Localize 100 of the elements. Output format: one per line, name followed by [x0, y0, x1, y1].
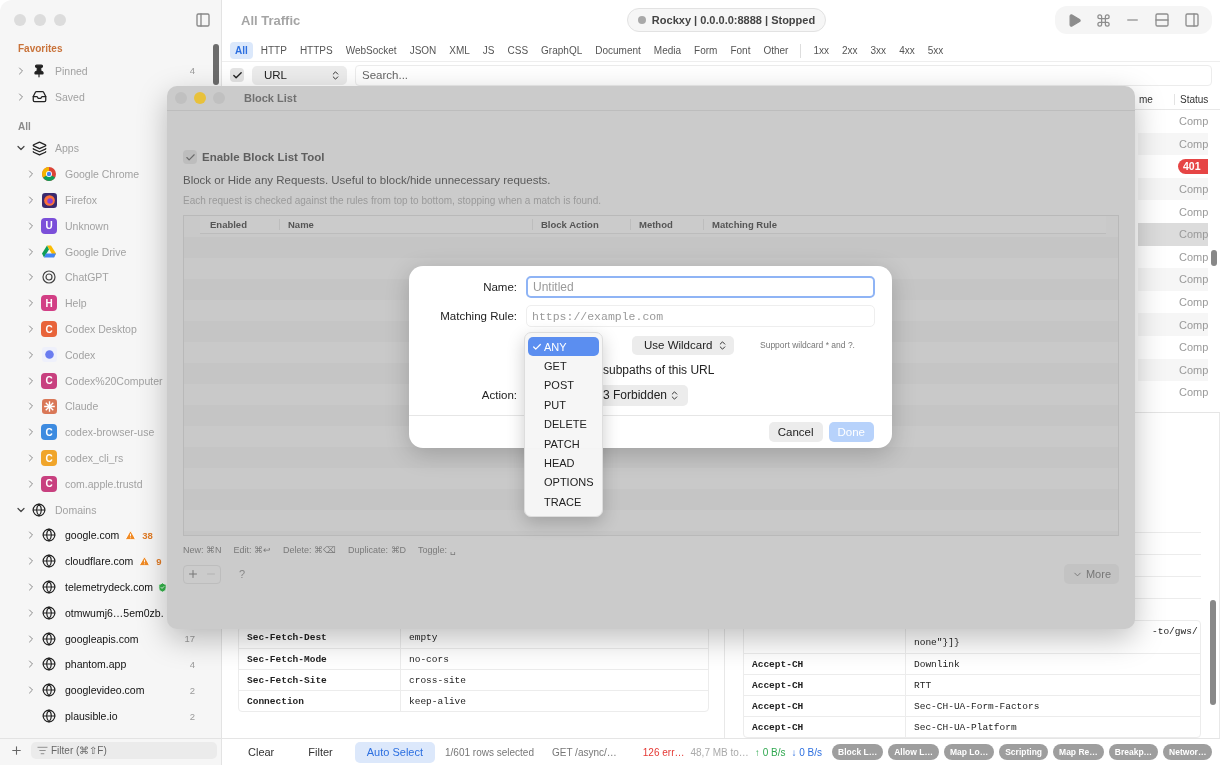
split-layout-button[interactable] [1152, 10, 1172, 30]
menu-item[interactable]: DELETE [528, 414, 599, 434]
sidebar-item[interactable]: google.com [65, 529, 120, 542]
sidebar-item[interactable]: plausible.io [65, 710, 118, 722]
sidebar-item[interactable]: Domains [55, 503, 97, 516]
item-count: 4 [189, 658, 195, 670]
sidebar-item[interactable]: otmwumj6…5em0zb. [65, 606, 164, 619]
checkbox[interactable] [230, 68, 244, 82]
request-row[interactable]: Comp [1138, 268, 1208, 291]
sidebar-item[interactable]: googlevideo.com [65, 684, 145, 697]
status-class-tab[interactable]: 4xx [894, 42, 920, 59]
menu-item[interactable]: GET [528, 356, 599, 376]
filter-tab[interactable]: CSS [502, 42, 534, 59]
status-class-tab[interactable]: 5xx [922, 42, 949, 59]
firefox-logo-icon [41, 192, 57, 208]
sidebar-item[interactable]: Firefox [65, 194, 98, 207]
filter-tab[interactable]: JS [477, 42, 500, 59]
tool-button[interactable]: Breakp… [1108, 744, 1159, 760]
match-mode-popup[interactable]: Use Wildcard [632, 335, 734, 355]
sidebar-item[interactable]: com.apple.trustd [65, 477, 143, 490]
request-row[interactable]: Comp [1138, 222, 1208, 246]
sidebar-item[interactable]: Codex%20Computer [65, 374, 163, 387]
menu-item[interactable]: OPTIONS [528, 472, 599, 493]
zoom-window-icon[interactable] [54, 14, 66, 26]
sidebar-item[interactable]: Unknown [65, 219, 109, 232]
sidebar-item[interactable]: Help [65, 297, 87, 310]
sidebar-toggle-icon[interactable] [195, 12, 211, 28]
checkbox[interactable] [183, 150, 197, 164]
filter-tab[interactable]: Form [689, 42, 723, 59]
sidebar-item[interactable]: Codex [65, 348, 96, 361]
chevron-updown-icon [669, 389, 680, 401]
close-window-icon[interactable] [14, 14, 26, 26]
tool-button[interactable]: Scripting [999, 744, 1049, 760]
sidebar-item[interactable]: Google Chrome [65, 168, 140, 181]
inspector-toggle-button[interactable] [1182, 10, 1202, 30]
request-row[interactable]: Comp [1138, 132, 1208, 156]
tool-button[interactable]: Networ… [1163, 744, 1213, 760]
status-class-tab[interactable]: 1xx [808, 42, 834, 59]
tool-button[interactable]: Allow L… [888, 744, 939, 760]
globe-icon [42, 657, 56, 672]
sidebar-item[interactable]: cloudflare.com [65, 555, 134, 568]
tool-button[interactable]: Map Re… [1053, 744, 1104, 760]
filter-tab[interactable]: WebSocket [340, 42, 402, 59]
cancel-button[interactable]: Cancel [768, 422, 823, 442]
minimize-window-icon[interactable] [194, 92, 206, 104]
status-cell-text: Comp [1178, 250, 1208, 263]
field-popup[interactable]: URL [252, 65, 347, 85]
request-row[interactable]: Comp [1138, 358, 1208, 382]
sidebar-item[interactable]: Google Drive [65, 245, 127, 258]
scrollbar-thumb[interactable] [1211, 250, 1217, 266]
scrollbar-thumb[interactable] [213, 44, 219, 85]
status-cell-text: Comp [1178, 183, 1208, 196]
header-name: Connection [239, 691, 401, 711]
filter-tab[interactable]: Font [725, 42, 756, 59]
sidebar-item[interactable]: codex_cli_rs [65, 452, 124, 465]
status-bar-button[interactable]: Auto Select [354, 741, 435, 763]
sidebar-item[interactable]: googleapis.com [65, 632, 139, 645]
drive-logo-icon [42, 245, 56, 259]
filter-field[interactable]: Filter (⌘⇧F) [31, 742, 217, 759]
chevron-updown-icon [330, 69, 341, 81]
scrollbar-thumb[interactable] [1210, 600, 1216, 705]
request-row[interactable]: Comp [1138, 313, 1208, 336]
request-row[interactable]: Comp [1138, 177, 1208, 201]
add-icon[interactable] [10, 744, 23, 757]
sidebar-item[interactable]: Apps [55, 142, 79, 155]
sidebar-item[interactable]: Pinned [55, 64, 88, 77]
sidebar-item[interactable]: phantom.app [65, 658, 127, 671]
filter-tab[interactable]: GraphQL [536, 42, 588, 59]
input-field[interactable]: Untitled [526, 276, 875, 298]
tool-button[interactable]: Block L… [832, 744, 884, 760]
filter-tab[interactable]: HTTPS [294, 42, 338, 59]
search-field[interactable]: Search... [355, 64, 1212, 86]
filter-tab[interactable]: HTTP [255, 42, 292, 59]
sidebar-item[interactable]: Codex Desktop [65, 323, 137, 336]
menu-item[interactable]: TRACE [528, 492, 599, 512]
sidebar-item[interactable]: ChatGPT [65, 271, 109, 284]
status-bar-button[interactable]: Clear [236, 741, 287, 763]
sidebar-item[interactable]: telemetrydeck.com [65, 581, 154, 594]
sidebar-item[interactable]: Saved [55, 90, 85, 103]
menu-item[interactable]: PATCH [528, 433, 599, 454]
minimize-window-icon[interactable] [34, 14, 46, 26]
menu-item[interactable]: ANY [528, 337, 599, 357]
tool-button[interactable]: Map Lo… [943, 744, 995, 760]
more-button[interactable]: More [1063, 564, 1119, 584]
filter-tab[interactable]: All [230, 42, 253, 59]
window-title: Block List [244, 92, 297, 104]
filter-tab[interactable]: Other [758, 42, 794, 59]
filter-tab[interactable]: JSON [404, 42, 442, 59]
filter-tab[interactable]: Document [590, 42, 646, 59]
sidebar-item[interactable]: Claude [65, 400, 99, 413]
help-button[interactable]: ? [235, 568, 250, 580]
menu-item[interactable]: HEAD [528, 453, 599, 473]
sidebar-item[interactable]: codex-browser-use [65, 426, 155, 439]
status-bar-button[interactable]: Filter [296, 741, 345, 763]
filter-tab[interactable]: XML [444, 42, 475, 59]
globe-icon [42, 580, 56, 595]
status-class-tab[interactable]: 2xx [837, 42, 863, 59]
status-class-tab[interactable]: 3xx [865, 42, 892, 59]
header-name: Accept-CH [744, 696, 906, 717]
filter-tab[interactable]: Media [648, 42, 687, 59]
